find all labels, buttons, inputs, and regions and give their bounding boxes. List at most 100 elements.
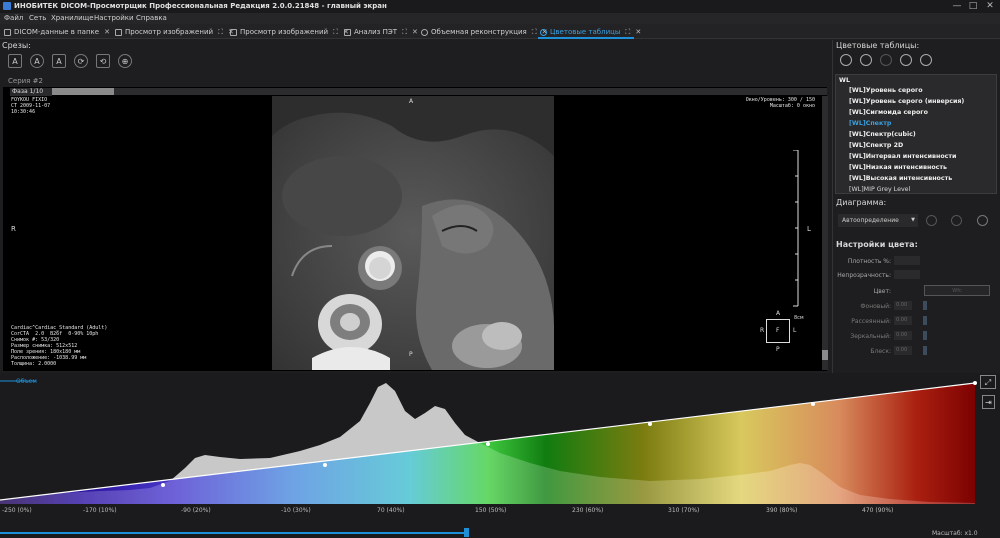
diffuse-slider[interactable] [923, 316, 927, 325]
tab-image-viewer-2[interactable]: Просмотр изображений ⛶ ✕ [230, 26, 349, 38]
shininess-slider[interactable] [923, 346, 927, 355]
specular-value[interactable]: 0.00 [894, 331, 912, 340]
palette-copy-icon[interactable] [880, 54, 892, 66]
list-item-selected[interactable]: [WL]Спектр [849, 120, 891, 127]
density-input[interactable] [894, 256, 920, 265]
palette-import-icon[interactable] [920, 54, 932, 66]
annotation-page-icon[interactable]: A [52, 54, 66, 68]
series-label: Серия #2 [8, 77, 43, 85]
orientation-bottom: P [409, 351, 413, 358]
list-item[interactable]: [WL]Интервал интенсивности [849, 153, 956, 160]
tab-volume-reconstruction[interactable]: Объемная реконструкция ⛶ ✕ [421, 26, 548, 38]
color-swatch-button[interactable]: Wfc [924, 285, 990, 296]
menu-file[interactable]: Файл [4, 14, 23, 22]
close-icon[interactable]: ✕ [104, 28, 110, 36]
diagram-select-value: Автоопределение [842, 217, 899, 224]
menu-storage[interactable]: Хранилище [51, 14, 94, 22]
ambient-value[interactable]: 0.00 [894, 301, 912, 310]
control-point[interactable] [648, 422, 652, 426]
menu-help[interactable]: Справка [136, 14, 167, 22]
diagram-icon-1[interactable] [926, 215, 937, 226]
list-item[interactable]: [WL]Уровень серого [849, 87, 923, 94]
control-point[interactable] [161, 483, 165, 487]
palette-icon [540, 28, 547, 36]
viewer-icon [115, 28, 122, 36]
control-point[interactable] [323, 463, 327, 467]
zoom-slider-thumb[interactable] [464, 528, 469, 537]
menu-settings[interactable]: Настройки [94, 14, 134, 22]
list-item[interactable]: [WL]Высокая интенсивность [849, 175, 952, 182]
tab-image-viewer-1[interactable]: Просмотр изображений ⛶ ✕ [115, 26, 234, 38]
list-item[interactable]: [WL]Низкая интенсивность [849, 164, 947, 171]
close-icon[interactable]: ✕ [635, 28, 641, 36]
specular-label: Зеркальный: [850, 333, 891, 340]
maximize-icon[interactable]: ⛶ [218, 28, 223, 37]
vertical-scrollbar[interactable] [822, 96, 828, 370]
export-icon[interactable]: ⇥ [982, 395, 995, 409]
opacity-input[interactable] [894, 270, 920, 279]
tick-label: 230 (60%) [572, 507, 604, 514]
orientation-top: A [409, 98, 414, 105]
maximize-icon[interactable]: ⛶ [402, 28, 407, 37]
list-item[interactable]: [WL]Уровень серого (инверсия) [849, 98, 964, 105]
control-point[interactable] [811, 402, 815, 406]
control-point[interactable] [486, 442, 490, 446]
folder-icon [4, 28, 11, 36]
tab-dicom-folder[interactable]: DICOM-данные в папке ✕ [4, 26, 110, 38]
palette-edit-icon[interactable] [860, 54, 872, 66]
volume-icon [421, 28, 428, 36]
list-item[interactable]: [WL]Сигмоида серого [849, 109, 928, 116]
diagram-icon-3[interactable] [977, 215, 988, 226]
histogram-panel[interactable]: Объем ⤢ ⇥ -250 (0%) -170 (10%) -90 (20%)… [0, 373, 1000, 538]
cube-left: R [760, 327, 765, 334]
list-group-wl[interactable]: WL [839, 77, 850, 84]
diagram-select[interactable]: Автоопределение ▼ [838, 214, 918, 227]
fit-view-icon[interactable]: ⤢ [980, 375, 996, 389]
overlay-patient-info: FOYKOU FIXIO CT 2009-11-07 10:30:46 [11, 97, 51, 115]
tick-label: -250 (0%) [2, 507, 32, 514]
close-button[interactable]: ✕ [983, 1, 997, 11]
list-item[interactable]: [WL]MIP Grey Level [849, 186, 910, 193]
diffuse-value[interactable]: 0.00 [894, 316, 912, 325]
palette-export-icon[interactable] [900, 54, 912, 66]
horizontal-scroll-thumb[interactable] [52, 88, 114, 95]
palette-add-icon[interactable] [840, 54, 852, 66]
maximize-icon[interactable]: ⛶ [333, 28, 338, 37]
tab-label: Просмотр изображений [125, 28, 214, 36]
list-item[interactable]: [WL]Спектр 2D [849, 142, 903, 149]
tick-label: -170 (10%) [83, 507, 117, 514]
tick-label: -90 (20%) [181, 507, 211, 514]
ct-image [272, 96, 554, 370]
diffuse-label: Рассеянный: [851, 318, 891, 325]
scale-label: 8см [794, 315, 804, 321]
annotation-circle-a-icon[interactable]: A [30, 54, 44, 68]
tab-pet-analysis[interactable]: Анализ ПЭТ ⛶ ✕ [344, 26, 418, 38]
slice-toolbar: A A A ⟳ ⟲ ⊕ [8, 54, 132, 68]
maximize-icon[interactable]: ⛶ [532, 28, 537, 37]
color-tables-label: Цветовые таблицы: [836, 41, 920, 50]
maximize-icon[interactable]: ⛶ [625, 28, 630, 37]
reset-icon[interactable]: ⟲ [96, 54, 110, 68]
control-point[interactable] [973, 381, 977, 385]
annotation-a-icon[interactable]: A [8, 54, 22, 68]
vertical-scroll-thumb[interactable] [822, 350, 828, 360]
viewer-icon [230, 28, 237, 36]
minimize-button[interactable]: — [950, 1, 964, 11]
cube-bottom: P [776, 346, 780, 353]
specular-slider[interactable] [923, 331, 927, 340]
tick-label: 70 (40%) [377, 507, 405, 514]
color-table-list[interactable]: WL [WL]Уровень серого [WL]Уровень серого… [835, 74, 997, 194]
shininess-value[interactable]: 0.00 [894, 346, 912, 355]
diagram-icon-2[interactable] [951, 215, 962, 226]
maximize-button[interactable]: □ [966, 1, 980, 11]
close-icon[interactable]: ✕ [412, 28, 418, 36]
target-icon[interactable]: ⊕ [118, 54, 132, 68]
tick-label: -10 (30%) [281, 507, 311, 514]
list-item[interactable]: [WL]Спектр(cubic) [849, 131, 916, 138]
rotate-icon[interactable]: ⟳ [74, 54, 88, 68]
diagram-label: Диаграмма: [836, 198, 887, 207]
menu-network[interactable]: Сеть [29, 14, 46, 22]
horizontal-scrollbar[interactable] [52, 88, 827, 95]
menu-bar: Файл Сеть Хранилище Настройки Справка [0, 13, 1000, 24]
ambient-slider[interactable] [923, 301, 927, 310]
